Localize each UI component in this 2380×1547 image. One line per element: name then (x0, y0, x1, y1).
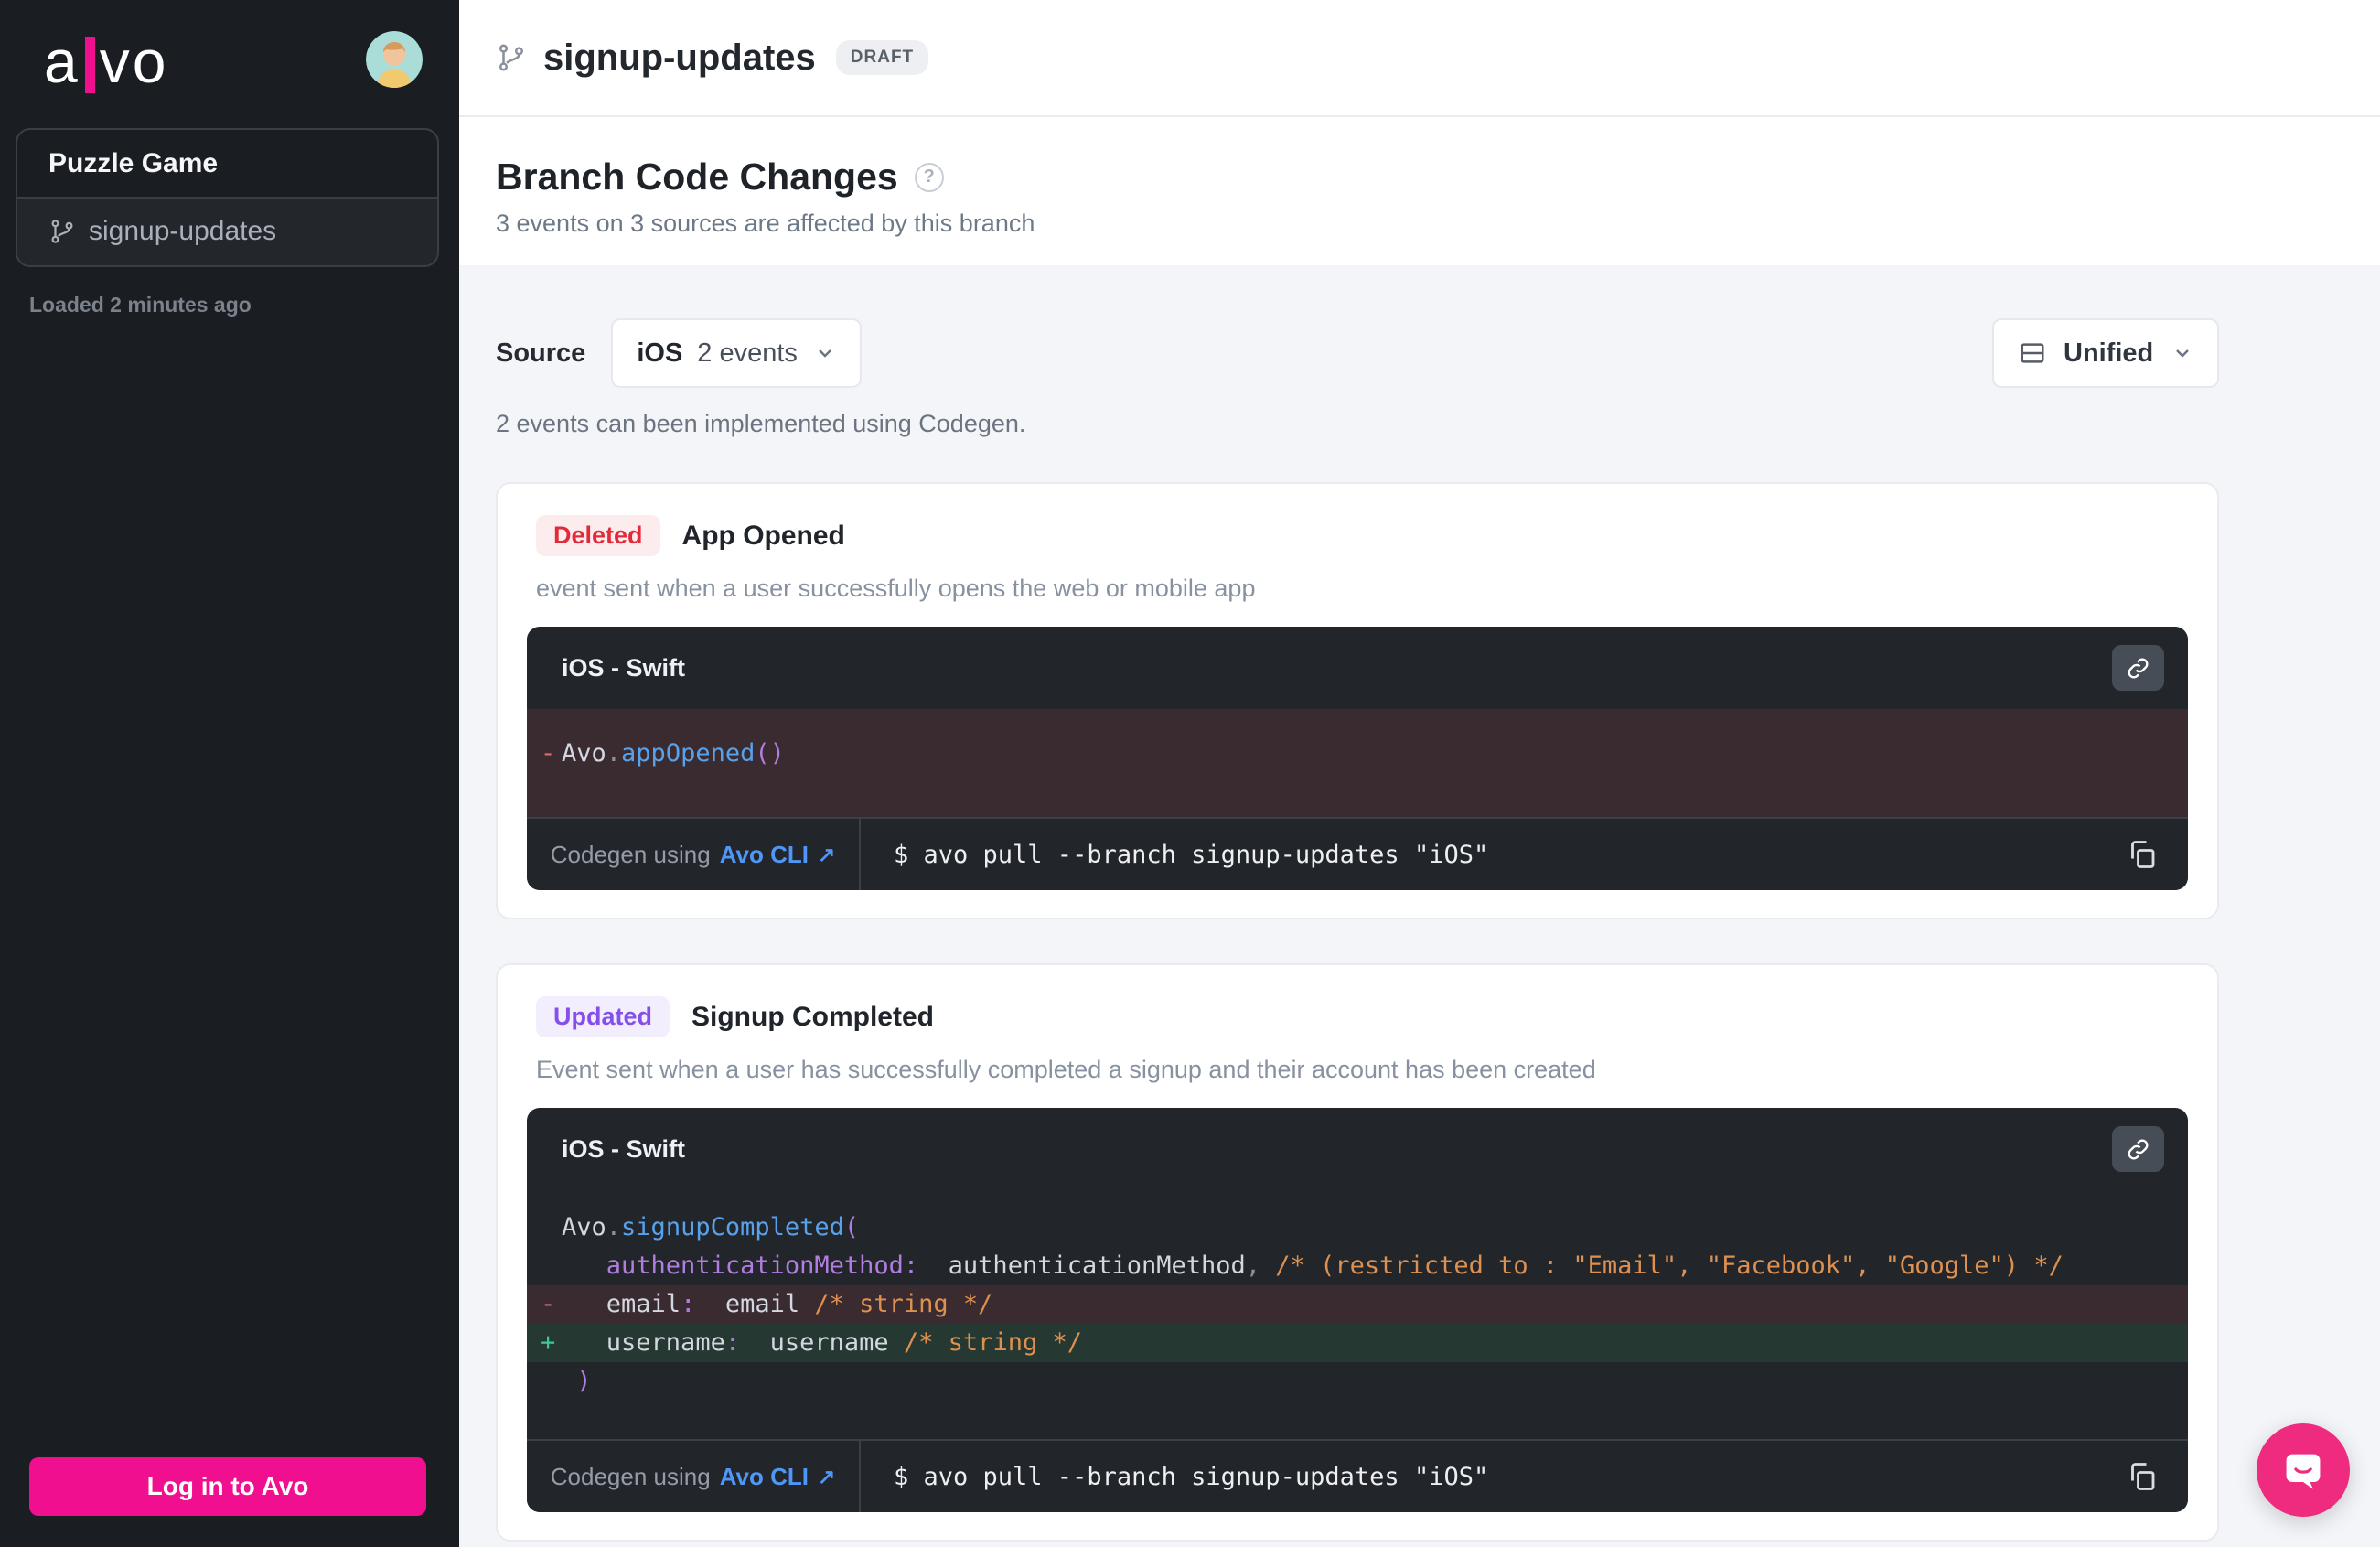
source-select[interactable]: iOS 2 events (611, 318, 862, 388)
event-card-app-opened: Deleted App Opened event sent when a use… (496, 482, 2219, 919)
cli-command: $ avo pull --branch signup-updates "iOS" (894, 1463, 2122, 1491)
main-area: signup-updates DRAFT Branch Code Changes… (459, 0, 2380, 1547)
logo-a: a (44, 31, 80, 91)
diff-plus-marker: + (541, 1324, 555, 1362)
code-line-normal: Avo.signupCompleted( (527, 1209, 2188, 1247)
draft-status-badge: DRAFT (836, 40, 928, 75)
link-button[interactable] (2112, 645, 2164, 691)
source-name: iOS (637, 338, 682, 369)
status-badge: Updated (536, 996, 670, 1037)
copy-button[interactable] (2122, 834, 2162, 875)
loaded-status: Loaded 2 minutes ago (29, 293, 459, 317)
page-title: Branch Code Changes (496, 156, 898, 199)
code-block: iOS - Swift Avo.signupCompleted( authent… (527, 1108, 2188, 1512)
unified-view-icon (2018, 339, 2047, 367)
diff-minus-marker: - (541, 709, 555, 799)
cli-command: $ avo pull --branch signup-updates "iOS" (894, 841, 2122, 869)
avo-cli-link[interactable]: Avo CLI (720, 841, 809, 869)
event-card-signup-completed: Updated Signup Completed Event sent when… (496, 963, 2219, 1542)
codegen-footer: Codegen using Avo CLI ↗ $ avo pull --bra… (527, 1439, 2188, 1512)
toolbar: Source iOS 2 events Unified (496, 318, 2219, 388)
user-avatar[interactable] (366, 31, 423, 88)
branch-header: signup-updates DRAFT (459, 0, 2380, 117)
page-subtitle: 3 events on 3 sources are affected by th… (496, 209, 2343, 238)
copy-button[interactable] (2122, 1456, 2162, 1497)
link-icon (2126, 656, 2150, 681)
login-button[interactable]: Log in to Avo (29, 1457, 426, 1516)
changes-section: Source iOS 2 events Unified 2 events can… (459, 265, 2380, 1547)
source-event-count: 2 events (697, 338, 798, 369)
avo-logo: avo (44, 31, 168, 91)
code-line-deleted: - email: email /* string */ (527, 1285, 2188, 1324)
code-body: -Avo.appOpened() (527, 709, 2188, 817)
sidebar-item-workspace[interactable]: Puzzle Game (17, 130, 437, 199)
code-line-added: + username: username /* string */ (527, 1324, 2188, 1362)
view-mode-label: Unified (2064, 338, 2153, 369)
copy-icon (2126, 838, 2159, 871)
page-branch-title: signup-updates (543, 38, 816, 79)
logo-vo: vo (100, 31, 169, 91)
git-branch-icon (48, 218, 76, 245)
status-badge: Deleted (536, 515, 660, 556)
codegen-note: 2 events can been implemented using Code… (496, 410, 2219, 438)
chat-button[interactable] (2257, 1423, 2350, 1517)
external-link-icon: ↗ (818, 1465, 835, 1489)
event-title: App Opened (682, 521, 845, 552)
codegen-footer: Codegen using Avo CLI ↗ $ avo pull --bra… (527, 817, 2188, 890)
git-branch-icon (496, 42, 527, 73)
code-body: Avo.signupCompleted( authenticationMetho… (527, 1190, 2188, 1439)
diff-minus-marker: - (541, 1285, 555, 1324)
chat-bubble-icon (2279, 1446, 2327, 1494)
cli-prefix: Codegen using (551, 841, 711, 869)
link-icon (2126, 1137, 2150, 1162)
sidebar-item-branch[interactable]: signup-updates (17, 199, 437, 265)
sidebar: avo Puzzle Game signup-updates Loaded 2 … (0, 0, 459, 1547)
source-label: Source (496, 338, 585, 369)
workspace-box: Puzzle Game signup-updates (16, 128, 439, 267)
code-line-normal: authenticationMethod: authenticationMeth… (527, 1247, 2188, 1285)
code-block: iOS - Swift -Avo.appOpened() Codegen usi… (527, 627, 2188, 890)
chevron-down-icon (2171, 342, 2193, 364)
sidebar-branch-label: signup-updates (89, 216, 276, 247)
event-description: Event sent when a user has successfully … (536, 1056, 2188, 1084)
help-icon[interactable]: ? (915, 163, 944, 192)
event-title: Signup Completed (691, 1002, 934, 1033)
code-block-title: iOS - Swift (562, 1135, 685, 1164)
code-block-title: iOS - Swift (562, 654, 685, 682)
code-line-normal: ) (527, 1362, 2188, 1401)
copy-icon (2126, 1460, 2159, 1493)
logo-pink-bar (85, 37, 95, 93)
external-link-icon: ↗ (818, 843, 835, 867)
event-description: event sent when a user successfully open… (536, 575, 2188, 603)
link-button[interactable] (2112, 1126, 2164, 1172)
code-line-deleted: -Avo.appOpened() (527, 709, 2188, 817)
view-mode-select[interactable]: Unified (1992, 318, 2219, 388)
chevron-down-icon (814, 342, 836, 364)
avo-cli-link[interactable]: Avo CLI (720, 1463, 809, 1491)
cli-prefix: Codegen using (551, 1463, 711, 1491)
intro-section: Branch Code Changes ? 3 events on 3 sour… (459, 117, 2380, 265)
